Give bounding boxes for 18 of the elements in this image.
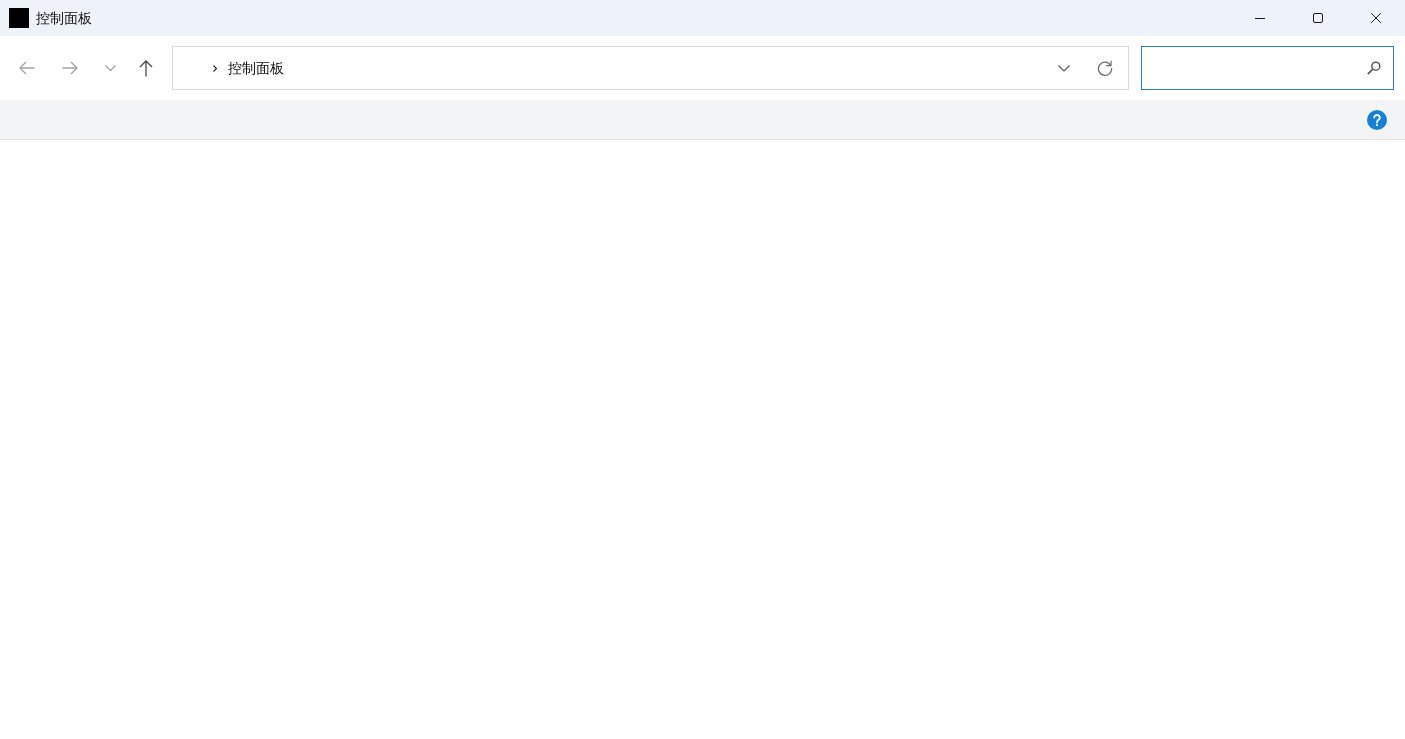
chevron-down-icon (1058, 64, 1070, 72)
help-icon (1367, 109, 1387, 130)
up-arrow-icon (139, 59, 153, 77)
minimize-icon (1255, 17, 1265, 19)
left-arrow-icon (19, 61, 35, 75)
address-bar[interactable]: 控制面板 (172, 46, 1129, 90)
window-title: 控制面板 (36, 9, 92, 27)
app-icon (9, 8, 29, 28)
chevron-right-icon (213, 64, 217, 72)
chevron-down-icon (104, 65, 116, 71)
right-arrow-icon (62, 61, 78, 75)
refresh-icon (1097, 60, 1113, 76)
close-icon (1371, 13, 1381, 23)
search-icon (1367, 61, 1381, 75)
breadcrumb-item[interactable]: 控制面板 (223, 56, 288, 80)
maximize-icon (1313, 13, 1323, 23)
help-button[interactable] (1367, 109, 1387, 130)
search-field[interactable] (1141, 46, 1394, 90)
